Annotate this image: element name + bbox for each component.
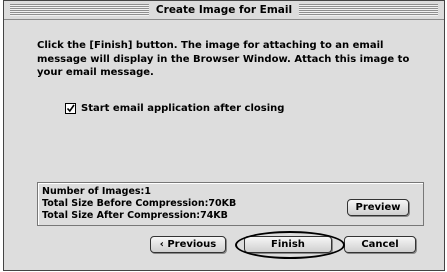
start-email-option[interactable]: Start email application after closing (65, 102, 284, 115)
preview-button[interactable]: Preview (347, 199, 409, 216)
start-email-checkbox[interactable] (65, 103, 76, 114)
previous-button[interactable]: ‹ Previous (150, 236, 226, 253)
number-of-images: Number of Images:1 (42, 186, 151, 197)
size-before-compression: Total Size Before Compression:70KB (42, 198, 237, 209)
instruction-text: Click the [Finish] button. The image for… (37, 40, 410, 78)
start-email-label: Start email application after closing (81, 103, 285, 114)
title-bar[interactable]: Create Image for Email (4, 1, 444, 20)
checkmark-icon (66, 104, 75, 113)
size-after-compression: Total Size After Compression:74KB (42, 210, 228, 221)
cancel-button[interactable]: Cancel (344, 236, 416, 253)
finish-button[interactable]: Finish (244, 236, 332, 253)
create-image-dialog: Create Image for Email Click the [Finish… (3, 0, 445, 271)
window-title: Create Image for Email (148, 2, 300, 18)
compression-info-panel: Number of Images:1 Total Size Before Com… (37, 182, 424, 226)
